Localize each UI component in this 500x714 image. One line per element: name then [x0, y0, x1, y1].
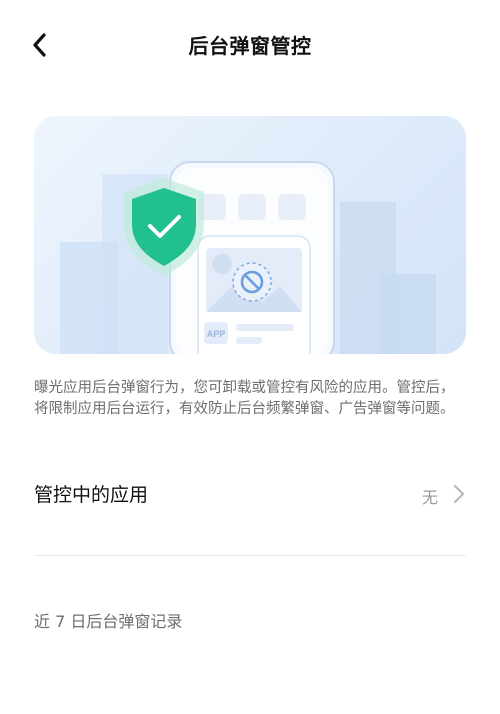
controlled-apps-row[interactable]: 管控中的应用 无 — [34, 474, 466, 514]
divider — [34, 555, 466, 556]
popup-records-title: 近 7 日后台弹窗记录 — [34, 612, 183, 631]
header: 后台弹窗管控 — [0, 0, 500, 90]
chevron-right-icon — [453, 484, 465, 504]
controlled-apps-label: 管控中的应用 — [34, 484, 149, 506]
prohibited-icon — [232, 262, 272, 302]
description-text: 曝光应用后台弹窗行为，您可卸载或管控有风险的应用。管控后，将限制应用后台运行，有… — [34, 380, 455, 417]
app-label: APP — [207, 329, 226, 339]
page-title: 后台弹窗管控 — [188, 34, 312, 58]
illustration-banner: APP — [34, 116, 466, 354]
controlled-apps-value: 无 — [421, 488, 438, 507]
